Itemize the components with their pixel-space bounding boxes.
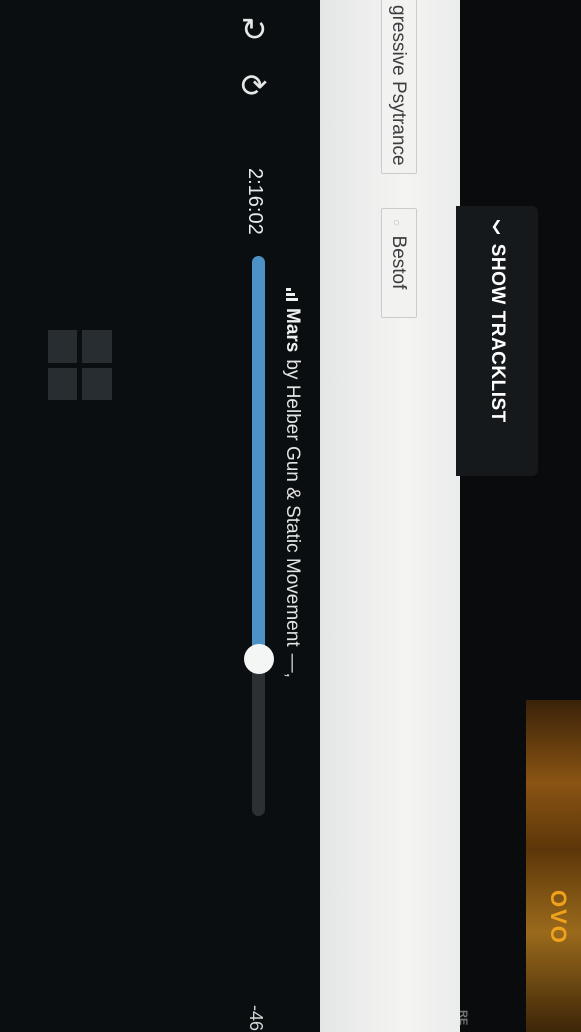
elapsed-time: 2:16:02 [244,168,266,235]
tag-dot-icon: ○ [390,219,404,227]
progress-fill [252,256,265,660]
tag-bestof-label: Bestof [388,235,409,290]
progress-bar[interactable] [252,256,265,816]
now-playing: Mars by Helber Gun & Static Movement —, [278,288,306,678]
progress-handle[interactable] [244,644,274,675]
equalizer-icon [286,288,298,301]
show-tracklist-button[interactable]: ❯ SHOW TRACKLIST [456,206,538,476]
artwork: OVO [526,700,581,1032]
artwork-brand: OVO [546,890,571,945]
windows-logo-icon [48,330,112,400]
track-artist[interactable]: by Helber Gun & Static Movement [281,359,303,646]
track-title[interactable]: Mars [281,308,303,352]
player-background [0,0,320,1032]
chevron-down-icon: ❯ [491,220,503,237]
repeat-icon[interactable]: ↻ [241,11,268,47]
tag-genre[interactable]: gressive Psytrance [381,0,417,174]
tag-bestof[interactable]: ○ Bestof [381,208,417,318]
tag-genre-label: gressive Psytrance [388,5,409,166]
refresh-icon[interactable]: ⟳ [241,67,268,103]
track-trailing: —, [282,653,303,678]
show-tracklist-label: SHOW TRACKLIST [487,243,508,423]
clipped-header-label: RE [457,1010,469,1026]
screen: ↻ ⟳ 2:16:02 Mars by Helber Gun & Static … [0,0,581,1032]
player-bar: ↻ ⟳ 2:16:02 Mars by Helber Gun & Static … [0,0,320,1032]
remaining-time: -46 [246,1005,266,1032]
page-strip: OVO ❯ SHOW TRACKLIST gressive Psytrance … [320,0,581,1032]
